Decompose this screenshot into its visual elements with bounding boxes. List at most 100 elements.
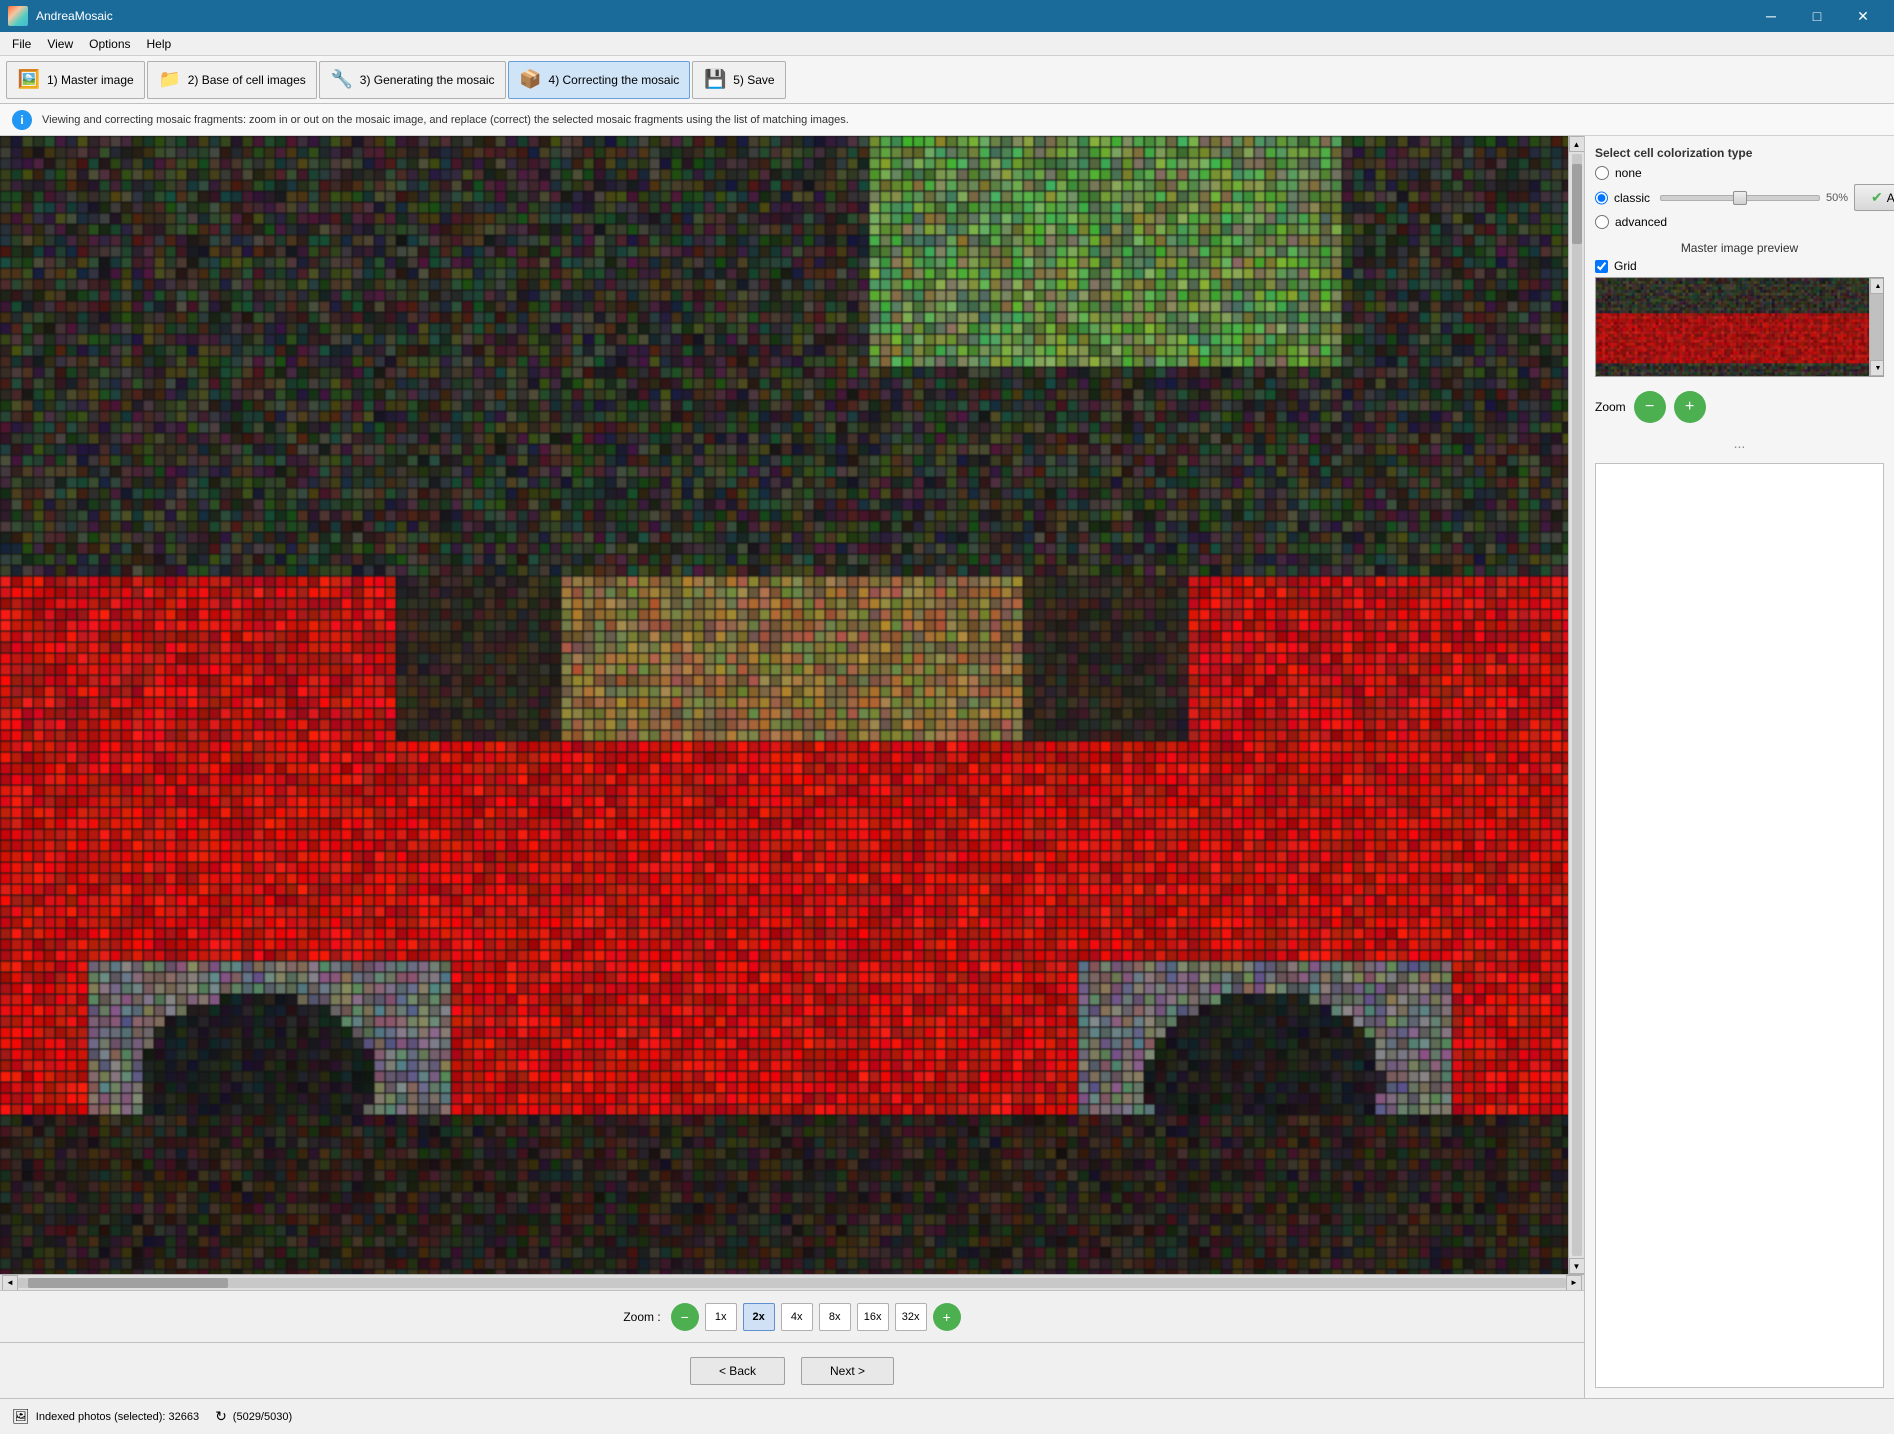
title-bar: AndreaMosaic ─ □ ✕ [0, 0, 1894, 32]
menu-file[interactable]: File [4, 32, 39, 55]
menu-options[interactable]: Options [81, 32, 138, 55]
generate-icon: 🔧 [330, 68, 354, 92]
step-save-label: 5) Save [733, 73, 774, 87]
step-master-label: 1) Master image [47, 73, 134, 87]
step-master-button[interactable]: 🖼️ 1) Master image [6, 61, 145, 99]
zoom-16x-button[interactable]: 16x [857, 1303, 889, 1331]
step-generate-label: 3) Generating the mosaic [360, 73, 495, 87]
info-bar: i Viewing and correcting mosaic fragment… [0, 104, 1894, 136]
preview-title: Master image preview [1595, 241, 1884, 255]
h-scroll-track[interactable] [18, 1278, 1566, 1288]
vertical-scrollbar[interactable]: ▲ ▼ [1568, 136, 1584, 1274]
status-bar: 🖼 Indexed photos (selected): 32663 ↻ (50… [0, 1398, 1894, 1434]
toolbar: 🖼️ 1) Master image 📁 2) Base of cell ima… [0, 56, 1894, 104]
step-correct-label: 4) Correcting the mosaic [549, 73, 680, 87]
main-content: ▲ ▼ ◄ ► Zoom : − 1x 2x 4x 8x 16x 32x [0, 136, 1894, 1398]
colorization-section: Select cell colorization type none class… [1595, 146, 1884, 229]
step-correct-button[interactable]: 📦 4) Correcting the mosaic [508, 61, 691, 99]
scroll-left-arrow[interactable]: ◄ [2, 1275, 18, 1291]
apply-label: Apply [1887, 191, 1894, 205]
preview-scroll-down[interactable]: ▼ [1870, 360, 1884, 376]
preview-section: Master image preview Grid ▲ ▼ [1595, 241, 1884, 377]
scroll-down-arrow[interactable]: ▼ [1569, 1258, 1585, 1274]
photo-icon: 🖼 [12, 1408, 30, 1425]
master-icon: 🖼️ [17, 68, 41, 92]
zoom-4x-button[interactable]: 4x [781, 1303, 813, 1331]
cell-icon: 📁 [158, 68, 182, 92]
preview-canvas [1596, 278, 1869, 376]
preview-scroll-up[interactable]: ▲ [1870, 278, 1884, 294]
step-cell-label: 2) Base of cell images [188, 73, 306, 87]
slider-value: 50% [1826, 192, 1848, 204]
next-button[interactable]: Next > [801, 1357, 894, 1385]
v-scroll-thumb[interactable] [1572, 164, 1582, 244]
panel-zoom-row: Zoom − + [1595, 391, 1884, 423]
save-icon: 💾 [703, 68, 727, 92]
menu-help[interactable]: Help [139, 32, 180, 55]
preview-v-scroll[interactable]: ▲ ▼ [1869, 278, 1883, 376]
grid-checkbox[interactable] [1595, 260, 1608, 273]
scroll-right-arrow[interactable]: ► [1566, 1275, 1582, 1291]
preview-container[interactable]: ▲ ▼ [1595, 277, 1884, 377]
step-generate-button[interactable]: 🔧 3) Generating the mosaic [319, 61, 506, 99]
h-scroll-thumb[interactable] [28, 1278, 228, 1288]
radio-none-input[interactable] [1595, 166, 1609, 180]
status-indexed: 🖼 Indexed photos (selected): 32663 [12, 1408, 199, 1425]
radio-classic-label: classic [1614, 191, 1650, 205]
colorization-title: Select cell colorization type [1595, 146, 1884, 160]
panel-zoom-label: Zoom [1595, 400, 1626, 414]
radio-group: none classic 50% ✔ Apply [1595, 166, 1884, 229]
radio-classic: classic 50% ✔ Apply [1595, 184, 1884, 211]
right-panel: Select cell colorization type none class… [1584, 136, 1894, 1398]
progress-text: (5029/5030) [233, 1411, 292, 1423]
v-scroll-track[interactable] [1572, 154, 1582, 1256]
title-bar-controls: ─ □ ✕ [1748, 0, 1886, 32]
menu-bar: File View Options Help [0, 32, 1894, 56]
zoom-8x-button[interactable]: 8x [819, 1303, 851, 1331]
preview-scroll-track[interactable] [1870, 294, 1883, 360]
navigation-buttons: < Back Next > [0, 1342, 1584, 1398]
zoom-label: Zoom : [623, 1310, 660, 1324]
indexed-text: Indexed photos (selected): 32663 [36, 1411, 199, 1423]
menu-view[interactable]: View [39, 32, 81, 55]
close-button[interactable]: ✕ [1840, 0, 1886, 32]
apply-icon: ✔ [1871, 189, 1883, 206]
panel-zoom-in-button[interactable]: + [1674, 391, 1706, 423]
panel-zoom-out-button[interactable]: − [1634, 391, 1666, 423]
step-cell-button[interactable]: 📁 2) Base of cell images [147, 61, 317, 99]
zoom-in-button[interactable]: + [933, 1303, 961, 1331]
radio-advanced-input[interactable] [1595, 215, 1609, 229]
grid-label: Grid [1614, 259, 1637, 273]
step-save-button[interactable]: 💾 5) Save [692, 61, 785, 99]
radio-classic-input[interactable] [1595, 191, 1608, 205]
grid-checkbox-row: Grid [1595, 259, 1884, 273]
radio-advanced-label: advanced [1615, 215, 1667, 229]
back-button[interactable]: < Back [690, 1357, 785, 1385]
zoom-1x-button[interactable]: 1x [705, 1303, 737, 1331]
matching-images-panel [1595, 463, 1884, 1388]
canvas-area: ▲ ▼ ◄ ► Zoom : − 1x 2x 4x 8x 16x 32x [0, 136, 1584, 1398]
info-icon: i [12, 110, 32, 130]
colorization-slider-thumb[interactable] [1733, 191, 1747, 205]
maximize-button[interactable]: □ [1794, 0, 1840, 32]
minimize-button[interactable]: ─ [1748, 0, 1794, 32]
info-text: Viewing and correcting mosaic fragments:… [42, 114, 849, 126]
app-icon [8, 6, 28, 26]
title-bar-title: AndreaMosaic [36, 9, 113, 23]
radio-advanced: advanced [1595, 215, 1884, 229]
correct-icon: 📦 [519, 68, 543, 92]
colorization-slider-track[interactable] [1660, 195, 1820, 201]
scroll-up-arrow[interactable]: ▲ [1569, 136, 1585, 152]
canvas-with-vscroll: ▲ ▼ [0, 136, 1584, 1274]
progress-icon: ↻ [215, 1408, 227, 1425]
radio-none-label: none [1615, 166, 1642, 180]
status-progress: ↻ (5029/5030) [215, 1408, 292, 1425]
mosaic-canvas[interactable] [0, 136, 1568, 1274]
radio-none: none [1595, 166, 1884, 180]
zoom-2x-button[interactable]: 2x [743, 1303, 775, 1331]
zoom-out-button[interactable]: − [671, 1303, 699, 1331]
apply-button[interactable]: ✔ Apply [1854, 184, 1894, 211]
horizontal-scrollbar[interactable]: ◄ ► [0, 1274, 1584, 1290]
dots-label: ... [1595, 435, 1884, 451]
zoom-32x-button[interactable]: 32x [895, 1303, 927, 1331]
